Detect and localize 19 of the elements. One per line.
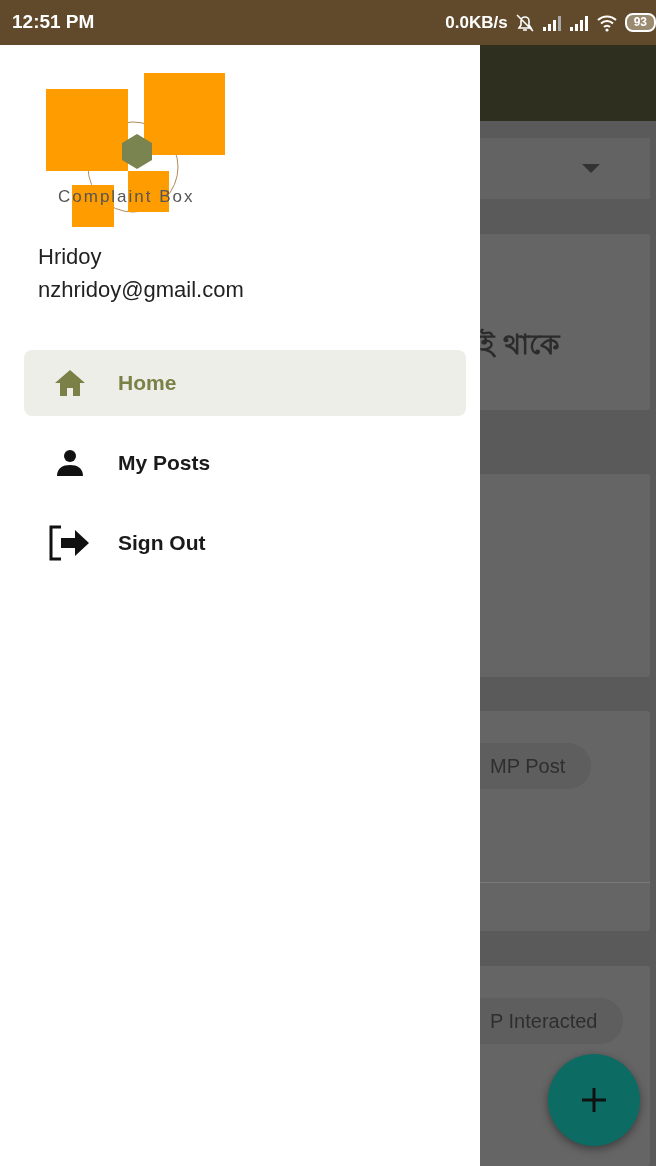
signal-icon	[568, 13, 589, 32]
add-icon	[581, 1087, 607, 1113]
status-time: 12:51 PM	[12, 10, 95, 35]
menu-item[interactable]: My Posts	[24, 430, 466, 496]
menu-item[interactable]: Sign Out	[24, 510, 466, 576]
dropdown-arrow-icon	[582, 163, 600, 173]
alarm-off-icon	[514, 12, 535, 33]
wifi-icon	[595, 13, 618, 32]
user-email: nzhridoy@gmail.com	[38, 276, 245, 304]
signal-icon	[541, 13, 562, 32]
home-icon	[54, 369, 86, 397]
network-speed: 0.0KB/s	[445, 11, 508, 34]
dropdown-field[interactable]	[480, 137, 650, 199]
menu-item[interactable]: Home	[24, 350, 466, 416]
battery-level: 93	[624, 13, 656, 32]
sign-out-icon	[49, 525, 91, 561]
post-text: ই থাকে	[480, 327, 562, 362]
person-icon	[56, 449, 84, 477]
user-name: Hridoy	[38, 243, 103, 271]
